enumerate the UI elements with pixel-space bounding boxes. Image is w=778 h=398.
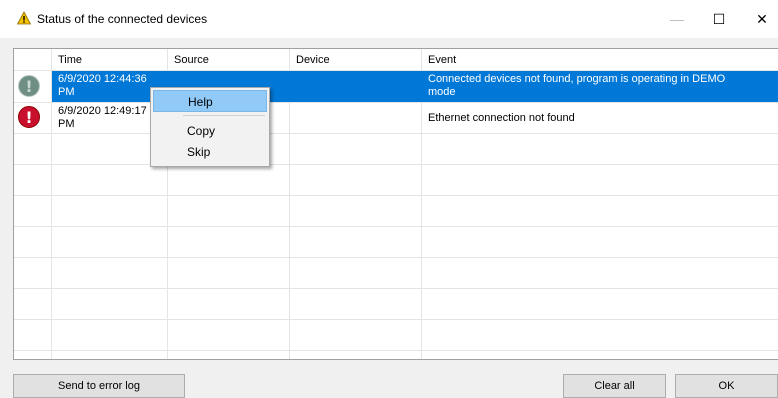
row-event-line: mode [428,86,456,98]
menu-item-copy[interactable]: Copy [153,120,267,142]
row-time-line: PM [58,86,75,98]
menu-item-help[interactable]: Help [153,90,267,112]
row-time: 6/9/2020 12:49:17 PM [58,105,147,131]
grid-line [14,350,778,351]
column-header-time[interactable]: Time [52,49,168,71]
row-time-line: 6/9/2020 12:49:17 [58,105,147,117]
grid-line [14,319,778,320]
window-title: Status of the connected devices [37,12,208,26]
column-header-event[interactable]: Event [422,49,778,71]
row-event-line: Connected devices not found, program is … [428,73,726,85]
grid-line [14,195,778,196]
grid-line [14,102,778,103]
grid-line [14,164,778,165]
clear-all-button[interactable]: Clear all [563,374,666,398]
ok-button[interactable]: OK [675,374,778,398]
context-menu: Help Copy Skip [150,87,270,167]
menu-item-skip[interactable]: Skip [153,141,267,163]
grid-line [14,288,778,289]
title-bar[interactable]: Status of the connected devices — ☐ ✕ [0,0,778,38]
column-header-source[interactable]: Source [168,49,290,71]
column-header-device[interactable]: Device [290,49,422,71]
grid-line [14,257,778,258]
menu-separator [183,115,265,116]
send-to-error-log-button[interactable]: Send to error log [13,374,185,398]
row-event: Ethernet connection not found [428,112,575,124]
close-button[interactable]: ✕ [739,0,778,38]
status-dialog: Status of the connected devices — ☐ ✕ Ti… [0,0,778,398]
grid-line [14,133,778,134]
devices-table[interactable]: Time Source Device Event ! 6/9/2020 12:4… [13,48,778,360]
error-icon: ! [18,106,40,128]
row-time-line: PM [58,118,75,130]
minimize-button[interactable]: — [654,0,700,38]
row-event: Connected devices not found, program is … [428,73,725,99]
row-time-line: 6/9/2020 12:44:36 [58,73,147,85]
row-time: 6/9/2020 12:44:36 PM [58,73,147,99]
grid-line [14,226,778,227]
maximize-button[interactable]: ☐ [696,0,742,38]
warning-icon [17,11,31,25]
info-icon: ! [18,75,40,97]
